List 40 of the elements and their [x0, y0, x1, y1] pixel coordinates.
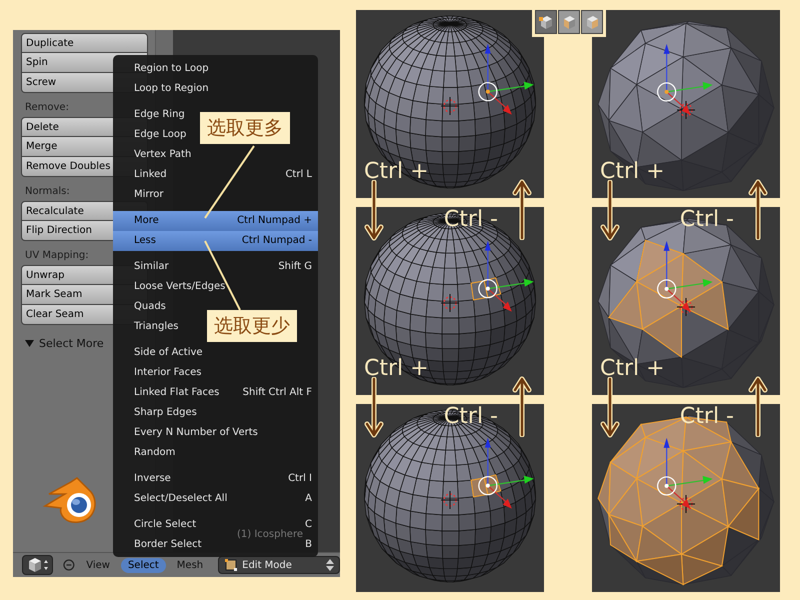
menu-item[interactable]: Inverse	[134, 469, 171, 489]
callout-tooltip: 选取更多	[200, 112, 290, 144]
shortcut-label: Ctrl +	[600, 356, 665, 381]
mode-dropdown[interactable]: Edit Mode	[218, 556, 340, 574]
shortcut-label: Ctrl -	[680, 207, 734, 232]
menu-button[interactable]: Select	[120, 558, 166, 572]
shortcut-label: Ctrl I	[288, 472, 312, 486]
shortcut-label: Ctrl +	[364, 159, 429, 184]
shortcut-label: Ctrl Numpad +	[237, 214, 312, 228]
section-heading: Normals:	[24, 185, 70, 199]
menu-item[interactable]: Select/Deselect All	[134, 489, 228, 509]
shortcut-label: Ctrl -	[444, 207, 498, 232]
menu-button[interactable]: View	[79, 558, 117, 572]
menu-item[interactable]: Linked Flat Faces	[134, 383, 220, 403]
menu-item[interactable]: Interior Faces	[134, 363, 202, 383]
menu-item[interactable]: Circle Select	[134, 515, 196, 535]
shortcut-label: B	[305, 538, 312, 552]
panel-header[interactable]: Select More	[39, 337, 104, 350]
tool-button[interactable]: Duplicate	[21, 33, 148, 53]
menu-item[interactable]: Every N Number of Verts	[134, 423, 258, 443]
shortcut-label: Ctrl L	[285, 168, 312, 182]
shortcut-label: Ctrl -	[444, 404, 498, 429]
shortcut-label: Ctrl +	[364, 356, 429, 381]
shortcut-label: Shift G	[278, 260, 312, 274]
menu-item[interactable]: Side of Active	[134, 343, 203, 363]
menu-item[interactable]: Border Select	[134, 535, 202, 555]
object-caption: (1) Icosphere	[237, 529, 304, 540]
shortcut-label: A	[305, 492, 312, 506]
shortcut-label: Ctrl +	[600, 159, 665, 184]
menu-button[interactable]: Mesh	[170, 558, 210, 572]
shortcut-label: C	[305, 518, 312, 532]
callout-tooltip: 选取更少	[207, 310, 297, 342]
menu-item[interactable]: Less Ctrl Numpad -	[113, 231, 318, 251]
section-heading: Remove:	[24, 101, 69, 115]
menu-item[interactable]: Sharp Edges	[134, 403, 197, 423]
section-heading: UV Mapping:	[24, 249, 89, 263]
menu-item[interactable]: More Ctrl Numpad +	[113, 211, 318, 231]
shortcut-label: Ctrl Numpad -	[242, 234, 312, 248]
shortcut-label: Shift Ctrl Alt F	[242, 386, 312, 400]
menu-item[interactable]: Random	[134, 443, 176, 463]
